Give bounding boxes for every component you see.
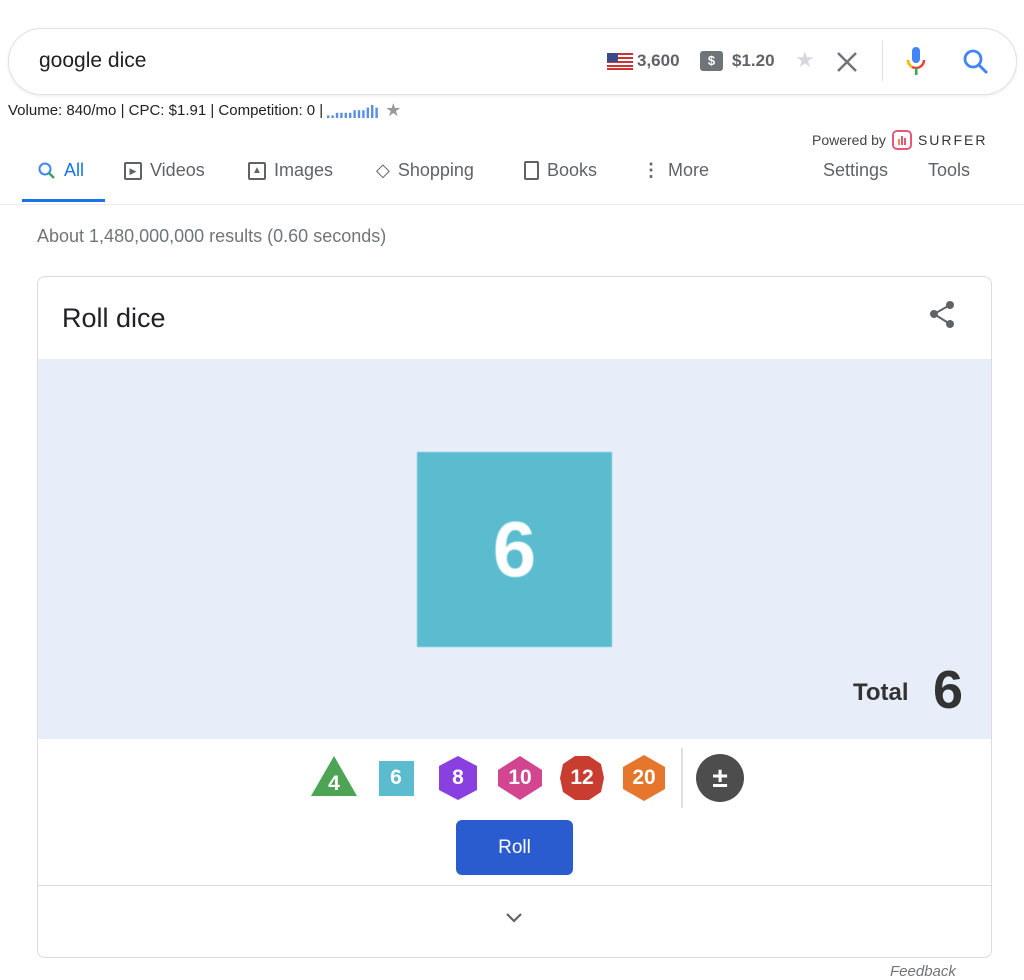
tab-shopping[interactable]: ◇ Shopping	[376, 160, 474, 181]
d10-button[interactable]: 10	[489, 747, 551, 809]
active-tab-indicator	[22, 199, 105, 202]
tab-label: Images	[274, 160, 334, 180]
keyword-metrics-text: Volume: 840/mo | CPC: $1.91 | Competitio…	[8, 102, 324, 119]
divider	[0, 204, 1024, 205]
tab-videos[interactable]: ▶ Videos	[124, 160, 205, 181]
powered-by-label: Powered by	[812, 132, 886, 148]
tab-more[interactable]: ⋮ More	[642, 160, 709, 181]
die-label: 10	[508, 766, 532, 789]
total-value: 6	[933, 660, 964, 720]
trend-bar	[366, 107, 370, 118]
trend-chart-icon	[327, 104, 378, 118]
search-icon[interactable]	[962, 48, 990, 76]
tab-books[interactable]: Books	[524, 160, 597, 181]
search-box[interactable]: google dice 3,600 $ $1.20 ★	[8, 28, 1017, 95]
total-label: Total	[853, 679, 909, 706]
star-icon[interactable]: ★	[385, 100, 401, 121]
d6-button[interactable]: 6	[365, 747, 427, 809]
search-volume: 3,600	[637, 51, 680, 70]
d20-button[interactable]: 20	[613, 747, 675, 809]
divider	[882, 41, 883, 81]
dollar-icon: $	[700, 51, 723, 71]
d12-button[interactable]: 12	[551, 747, 613, 809]
d4-button[interactable]: 4	[303, 747, 365, 809]
surfer-brand: SURFER	[917, 132, 988, 148]
trend-bar	[375, 107, 378, 118]
feedback-link[interactable]: Feedback	[890, 963, 956, 980]
trend-bar	[371, 104, 374, 118]
clear-icon[interactable]	[836, 51, 858, 73]
card-title: Roll dice	[62, 303, 166, 333]
tab-label: Books	[547, 160, 598, 180]
dice-stage: 6 Total 6	[38, 359, 991, 739]
image-icon: ▲	[248, 161, 266, 180]
dice-card: Roll dice 6 Total 6 4 6 8 10 12 20 ± Rol…	[37, 276, 992, 958]
die-label: 8	[452, 766, 464, 789]
trend-bar	[357, 109, 361, 118]
book-icon	[524, 161, 539, 180]
search-input[interactable]: google dice	[39, 49, 146, 73]
d8-button[interactable]: 8	[427, 747, 489, 809]
keyword-metrics: Volume: 840/mo | CPC: $1.91 | Competitio…	[8, 100, 401, 121]
tab-images[interactable]: ▲ Images	[248, 160, 333, 181]
trend-bar	[362, 109, 365, 118]
share-icon[interactable]	[928, 299, 958, 329]
dice-selector: 4 6 8 10 12 20 ±	[303, 747, 751, 809]
more-vert-icon: ⋮	[642, 160, 660, 180]
tab-label: All	[64, 160, 85, 180]
die-label: 4	[328, 772, 340, 795]
tag-icon: ◇	[376, 160, 390, 180]
trend-bar	[344, 112, 348, 118]
tab-all[interactable]: All	[38, 160, 84, 181]
trend-bar	[335, 112, 339, 118]
trend-bar	[340, 112, 343, 118]
roll-button[interactable]: Roll	[456, 820, 573, 875]
trend-bar	[327, 114, 330, 118]
search-cpc: $1.20	[732, 51, 775, 70]
search-icon	[38, 162, 55, 179]
tab-label: Videos	[150, 160, 205, 180]
trend-bar	[331, 114, 334, 118]
tab-label: Shopping	[397, 160, 474, 180]
trend-bar	[349, 112, 352, 118]
chevron-down-icon[interactable]	[504, 911, 524, 925]
trend-bar	[353, 109, 356, 118]
us-flag-icon	[607, 53, 633, 70]
divider	[681, 748, 683, 808]
die-label: 20	[632, 766, 656, 789]
die-label: 6	[390, 766, 402, 789]
modifier-button[interactable]: ±	[689, 747, 751, 809]
play-icon: ▶	[124, 161, 142, 180]
powered-by: Powered by SURFER	[812, 130, 988, 150]
settings-link[interactable]: Settings	[823, 160, 888, 181]
rolled-die[interactable]: 6	[417, 452, 612, 647]
tab-label: More	[668, 160, 710, 180]
microphone-icon[interactable]	[906, 46, 926, 78]
die-label: 12	[570, 766, 594, 789]
star-icon[interactable]: ★	[795, 47, 815, 73]
modifier-label: ±	[712, 762, 728, 793]
tools-link[interactable]: Tools	[928, 160, 970, 181]
surfer-logo-icon	[891, 130, 912, 150]
divider	[38, 885, 991, 886]
result-stats: About 1,480,000,000 results (0.60 second…	[37, 226, 387, 246]
